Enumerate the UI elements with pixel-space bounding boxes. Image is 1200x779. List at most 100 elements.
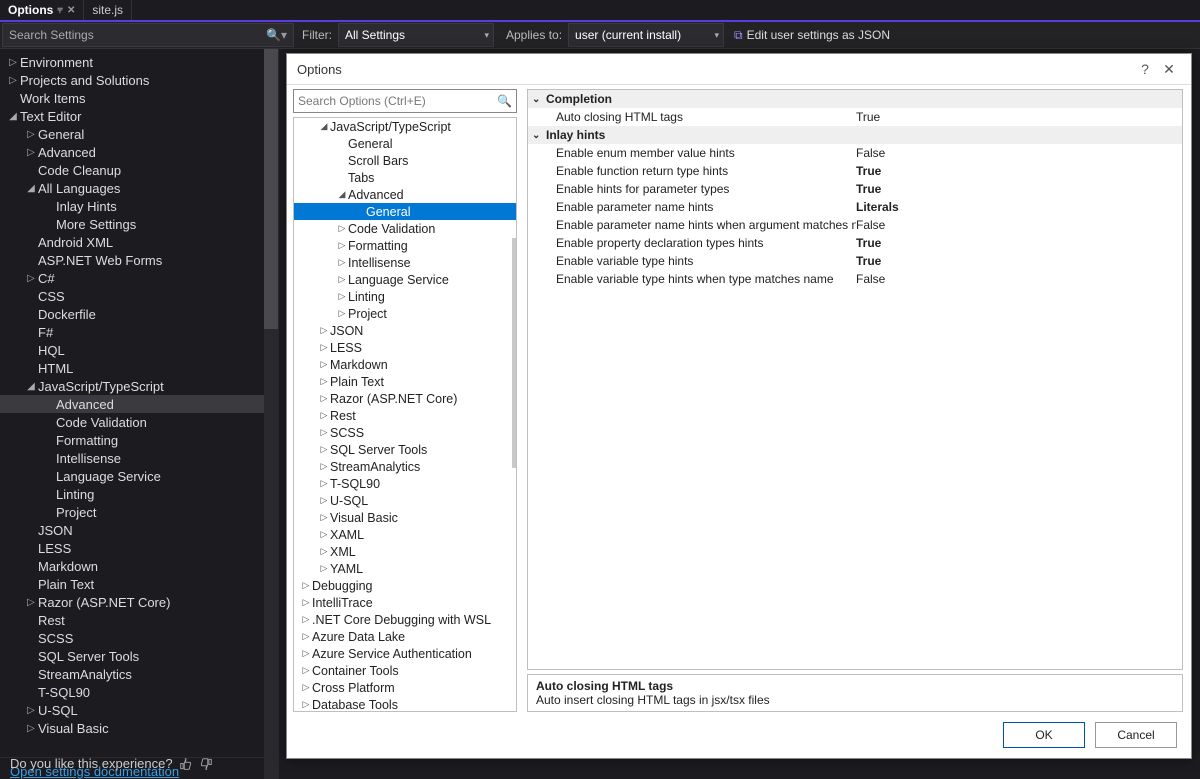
applies-select[interactable]: user (current install) ▾ [568, 23, 724, 47]
property-row[interactable]: Enable parameter name hints when argumen… [528, 216, 1182, 234]
tree-item[interactable]: Android XML [0, 233, 278, 251]
property-value[interactable]: True [856, 110, 880, 124]
options-tree-item[interactable]: ▷Razor (ASP.NET Core) [294, 390, 516, 407]
tree-item[interactable]: ▷Projects and Solutions [0, 71, 278, 89]
options-search-input[interactable]: Search Options (Ctrl+E) 🔍 [293, 89, 517, 113]
tab-site-js[interactable]: site.js [84, 0, 132, 20]
options-tree-item[interactable]: ▷Plain Text [294, 373, 516, 390]
scrollbar-thumb[interactable] [512, 238, 516, 468]
tree-item[interactable]: JSON [0, 521, 278, 539]
tree-item[interactable]: Linting [0, 485, 278, 503]
property-value[interactable]: True [856, 164, 881, 178]
options-tree-item[interactable]: General [294, 135, 516, 152]
property-row[interactable]: Auto closing HTML tagsTrue [528, 108, 1182, 126]
options-tree-item[interactable]: ▷Rest [294, 407, 516, 424]
options-tree-item[interactable]: ▷T-SQL90 [294, 475, 516, 492]
thumbs-down-icon[interactable] [199, 757, 213, 771]
tree-item[interactable]: SQL Server Tools [0, 647, 278, 665]
tree-item[interactable]: SCSS [0, 629, 278, 647]
options-tree-item[interactable]: ▷Language Service [294, 271, 516, 288]
options-tree-item[interactable]: ▷.NET Core Debugging with WSL [294, 611, 516, 628]
property-row[interactable]: Enable variable type hintsTrue [528, 252, 1182, 270]
options-tree-item[interactable]: General [294, 203, 516, 220]
property-row[interactable]: Enable hints for parameter typesTrue [528, 180, 1182, 198]
options-tree-item[interactable]: ▷XAML [294, 526, 516, 543]
tree-item[interactable]: ▷General [0, 125, 278, 143]
tree-item[interactable]: Inlay Hints [0, 197, 278, 215]
tree-item[interactable]: Project [0, 503, 278, 521]
ok-button[interactable]: OK [1003, 722, 1085, 748]
options-tree-item[interactable]: ▷IntelliTrace [294, 594, 516, 611]
options-tree-item[interactable]: ▷U-SQL [294, 492, 516, 509]
scrollbar[interactable] [264, 49, 278, 779]
tree-item[interactable]: ◢All Languages [0, 179, 278, 197]
tree-item[interactable]: ▷C# [0, 269, 278, 287]
tree-item[interactable]: ▷Razor (ASP.NET Core) [0, 593, 278, 611]
property-value[interactable]: Literals [856, 200, 899, 214]
options-tree-item[interactable]: ▷Container Tools [294, 662, 516, 679]
tree-item[interactable]: F# [0, 323, 278, 341]
tab-options[interactable]: Options ⫧ ✕ [0, 0, 84, 20]
options-tree-item[interactable]: ▷SQL Server Tools [294, 441, 516, 458]
options-tree-item[interactable]: ▷Debugging [294, 577, 516, 594]
tree-item[interactable]: ▷Visual Basic [0, 719, 278, 737]
property-row[interactable]: Enable parameter name hintsLiterals [528, 198, 1182, 216]
options-tree-item[interactable]: ▷JSON [294, 322, 516, 339]
tree-item[interactable]: ▷U-SQL [0, 701, 278, 719]
tree-item[interactable]: ▷Advanced [0, 143, 278, 161]
options-tree-item[interactable]: ▷Code Validation [294, 220, 516, 237]
options-tree-item[interactable]: ▷XML [294, 543, 516, 560]
options-tree-item[interactable]: ▷SCSS [294, 424, 516, 441]
options-tree-item[interactable]: ▷StreamAnalytics [294, 458, 516, 475]
tree-item[interactable]: Plain Text [0, 575, 278, 593]
tree-item[interactable]: LESS [0, 539, 278, 557]
options-tree-item[interactable]: ▷Cross Platform [294, 679, 516, 696]
help-button[interactable]: ? [1133, 61, 1157, 77]
tree-item[interactable]: ◢Text Editor [0, 107, 278, 125]
options-tree-item[interactable]: ◢Advanced [294, 186, 516, 203]
tree-item[interactable]: ◢JavaScript/TypeScript [0, 377, 278, 395]
property-group-header[interactable]: ⌄Completion [528, 90, 1182, 108]
property-value[interactable]: True [856, 254, 881, 268]
options-tree-item[interactable]: Tabs [294, 169, 516, 186]
property-row[interactable]: Enable property declaration types hintsT… [528, 234, 1182, 252]
options-tree-item[interactable]: Scroll Bars [294, 152, 516, 169]
tree-item[interactable]: Advanced [0, 395, 278, 413]
tree-item[interactable]: More Settings [0, 215, 278, 233]
options-tree-item[interactable]: ▷Intellisense [294, 254, 516, 271]
tree-item[interactable]: ASP.NET Web Forms [0, 251, 278, 269]
property-row[interactable]: Enable enum member value hintsFalse [528, 144, 1182, 162]
options-tree[interactable]: ◢JavaScript/TypeScriptGeneralScroll Bars… [293, 117, 517, 712]
options-tree-item[interactable]: ◢JavaScript/TypeScript [294, 118, 516, 135]
tree-item[interactable]: StreamAnalytics [0, 665, 278, 683]
options-tree-item[interactable]: ▷YAML [294, 560, 516, 577]
tree-item[interactable]: Code Cleanup [0, 161, 278, 179]
property-row[interactable]: Enable variable type hints when type mat… [528, 270, 1182, 288]
tree-item[interactable]: CSS [0, 287, 278, 305]
property-value[interactable]: False [856, 272, 885, 286]
property-group-header[interactable]: ⌄Inlay hints [528, 126, 1182, 144]
options-tree-item[interactable]: ▷Database Tools [294, 696, 516, 712]
tree-item[interactable]: T-SQL90 [0, 683, 278, 701]
cancel-button[interactable]: Cancel [1095, 722, 1177, 748]
property-value[interactable]: True [856, 182, 881, 196]
options-tree-item[interactable]: ▷Markdown [294, 356, 516, 373]
options-tree-item[interactable]: ▷Linting [294, 288, 516, 305]
thumbs-up-icon[interactable] [179, 757, 193, 771]
close-icon[interactable]: ✕ [67, 5, 75, 16]
tree-item[interactable]: ▷Environment [0, 53, 278, 71]
close-button[interactable]: ✕ [1157, 61, 1181, 78]
options-tree-item[interactable]: ▷Azure Data Lake [294, 628, 516, 645]
tree-item[interactable]: HQL [0, 341, 278, 359]
options-tree-item[interactable]: ▷LESS [294, 339, 516, 356]
options-tree-item[interactable]: ▷Visual Basic [294, 509, 516, 526]
tree-item[interactable]: Work Items [0, 89, 278, 107]
options-tree-item[interactable]: ▷Project [294, 305, 516, 322]
property-value[interactable]: False [856, 218, 885, 232]
options-tree-item[interactable]: ▷Azure Service Authentication [294, 645, 516, 662]
tree-item[interactable]: Dockerfile [0, 305, 278, 323]
options-tree-item[interactable]: ▷Formatting [294, 237, 516, 254]
search-settings-input[interactable]: Search Settings 🔍▾ [2, 23, 294, 47]
scrollbar-thumb[interactable] [264, 49, 278, 329]
edit-json-link[interactable]: ⧉ Edit user settings as JSON [734, 28, 890, 43]
